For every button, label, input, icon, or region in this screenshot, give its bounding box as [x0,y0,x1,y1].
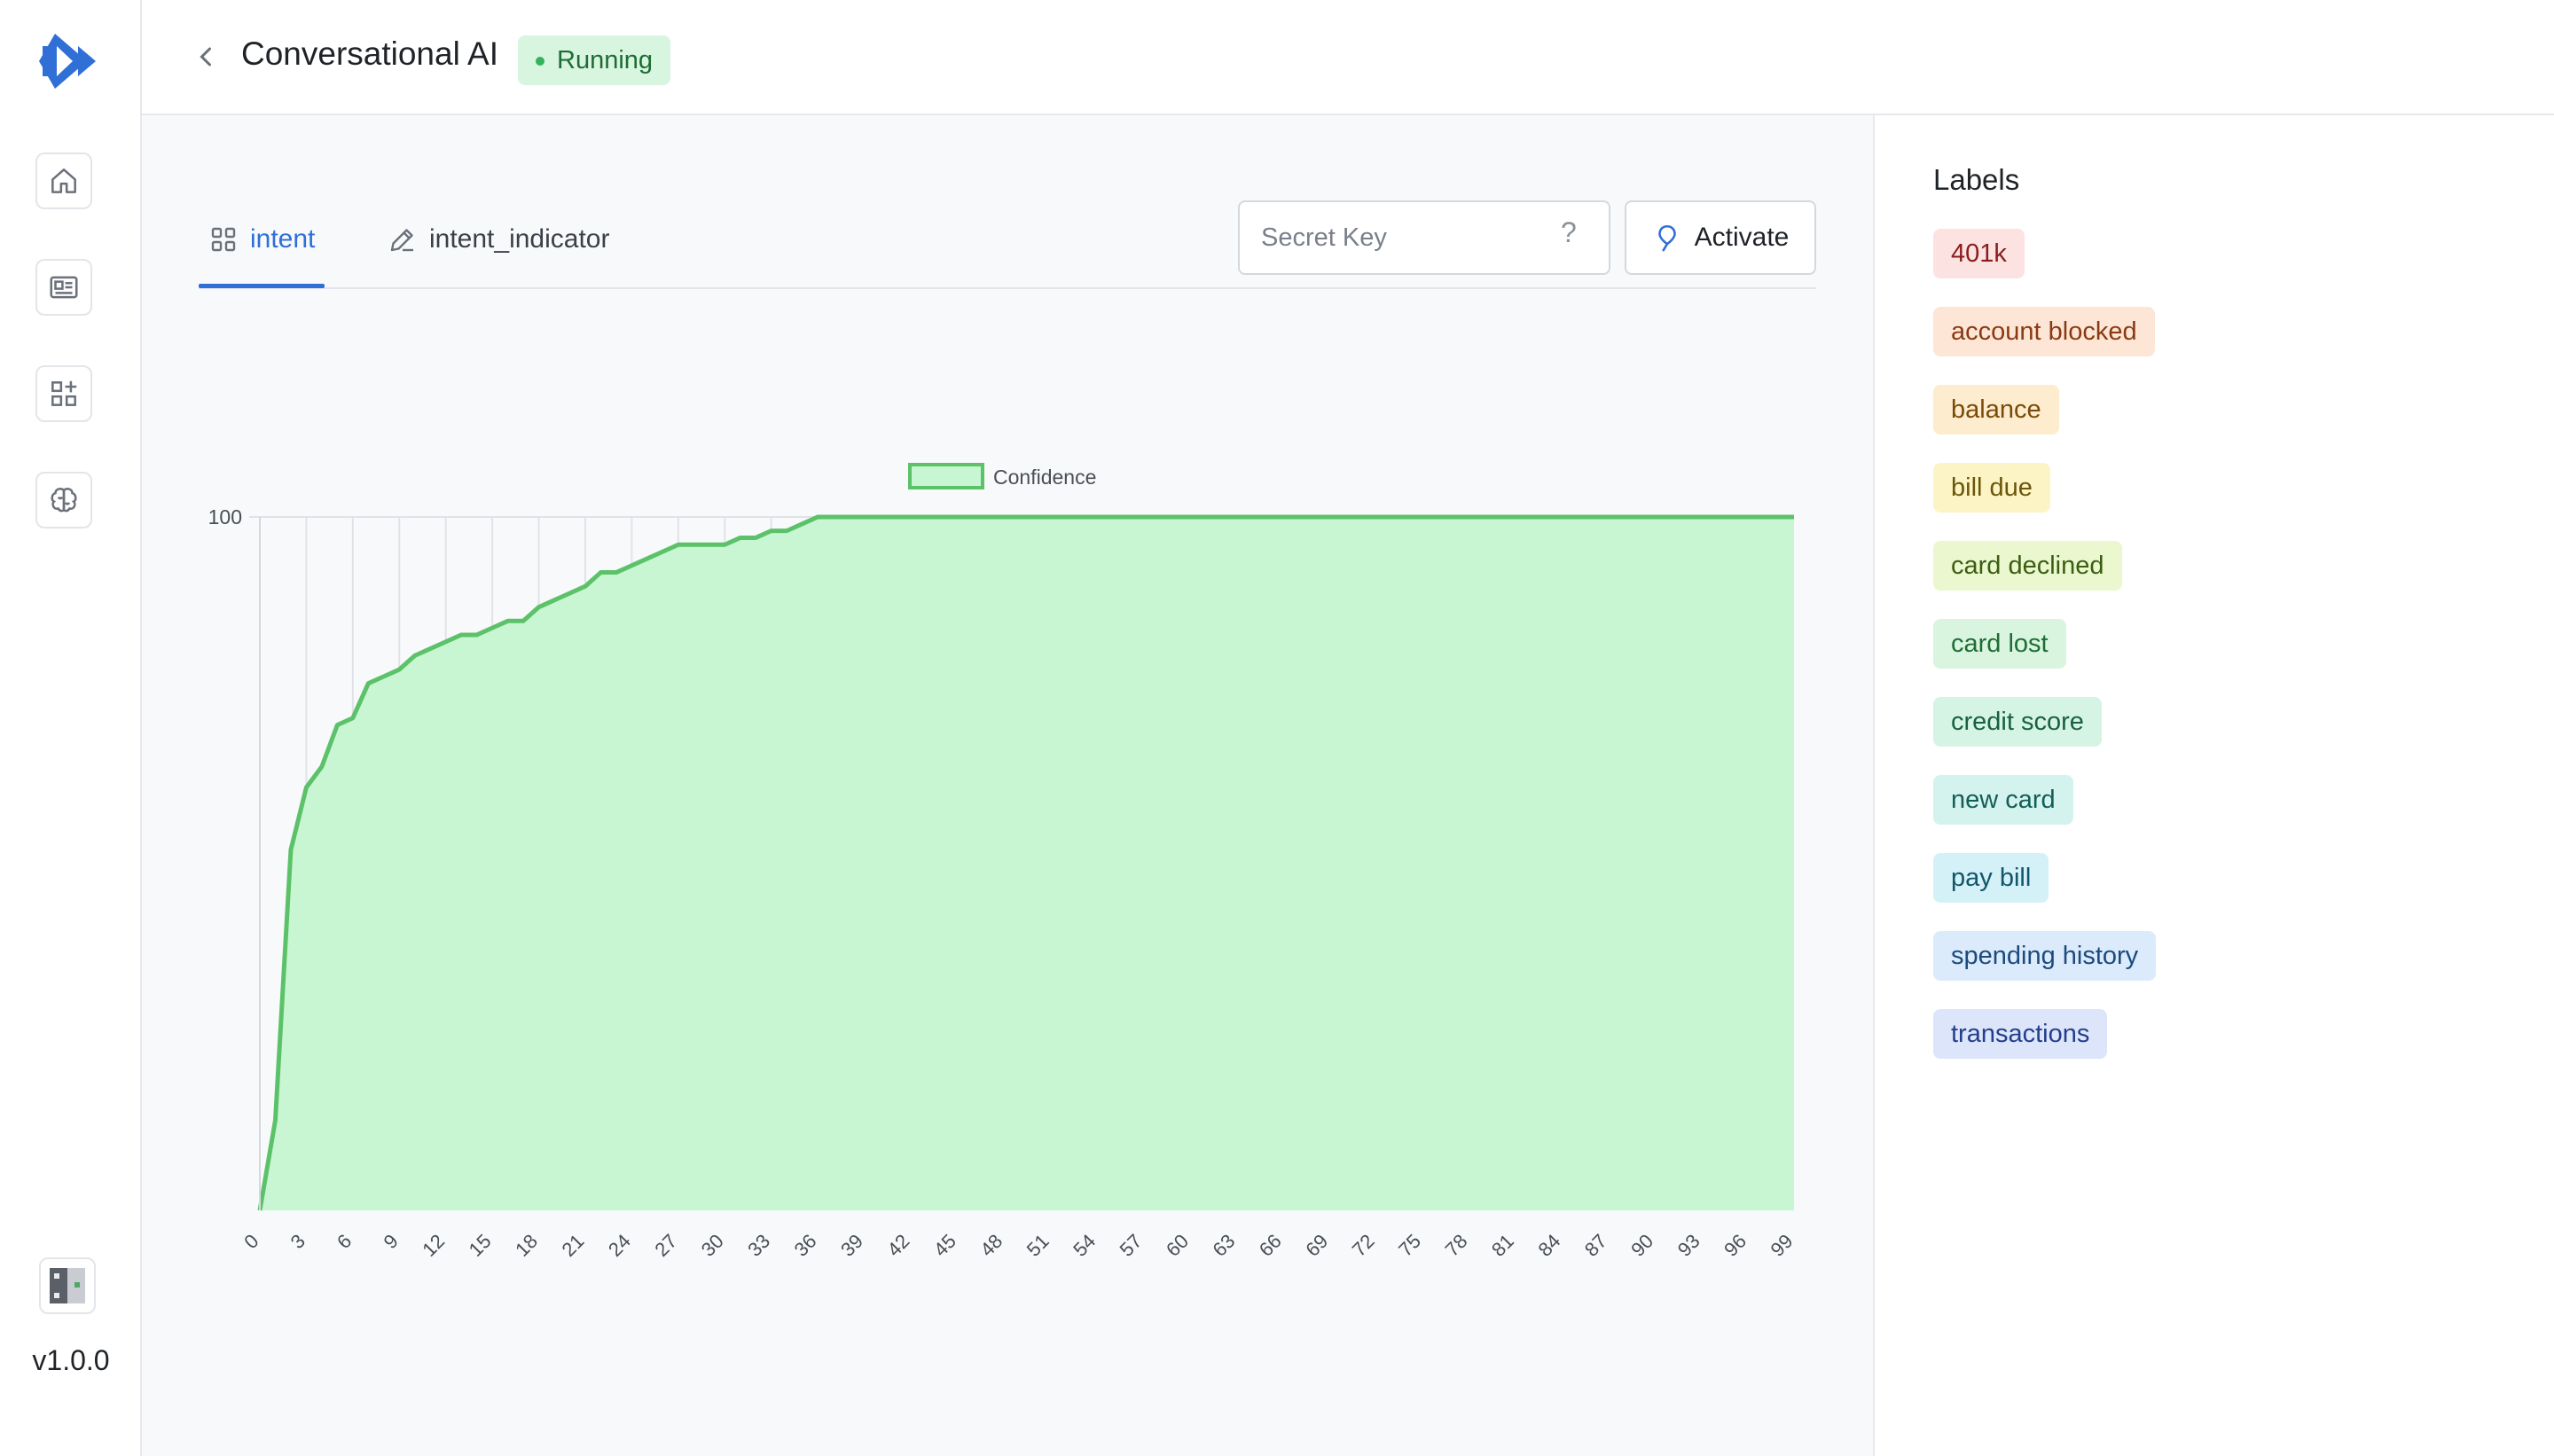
label-chip[interactable]: card lost [1933,619,2066,669]
x-tick-label: 3 [286,1230,309,1253]
y-tick-label: 100 [208,505,242,528]
x-tick-label: 30 [697,1230,728,1261]
page-title: Conversational AI [241,35,499,72]
x-tick-label: 9 [379,1230,402,1253]
x-tick-label: 90 [1626,1230,1657,1261]
apps-add-icon [51,380,77,406]
nav-home[interactable] [35,153,92,209]
x-tick-label: 93 [1673,1230,1704,1261]
label-chip[interactable]: account blocked [1933,307,2155,356]
user-avatar[interactable] [39,1257,96,1314]
app-version: v1.0.0 [32,1344,110,1376]
back-chevron-icon[interactable] [190,41,222,73]
pin-icon [1657,224,1676,252]
tabs-divider [199,287,1816,289]
x-tick-label: 60 [1162,1230,1193,1261]
label-chip[interactable]: credit score [1933,697,2102,747]
label-chip[interactable]: balance [1933,385,2059,434]
label-chip[interactable]: pay bill [1933,853,2049,903]
x-tick-label: 27 [650,1230,681,1261]
x-tick-label: 51 [1022,1230,1054,1261]
x-tick-label: 42 [882,1230,913,1261]
x-tick-label: 78 [1441,1230,1472,1261]
x-tick-label: 84 [1533,1230,1564,1261]
label-chip[interactable]: card declined [1933,541,2122,591]
help-icon[interactable]: ? [1561,216,1577,249]
tab-intent-label: intent [250,224,316,254]
x-tick-label: 63 [1208,1230,1239,1261]
tab-intent-indicator-label: intent_indicator [429,224,610,254]
secret-key-input[interactable] [1238,200,1610,275]
label-chip[interactable]: spending history [1933,931,2157,981]
x-tick-label: 69 [1301,1230,1332,1261]
nav-id-card[interactable] [35,259,92,316]
edit-icon [390,229,413,252]
x-tick-label: 72 [1348,1230,1379,1261]
label-chip[interactable]: bill due [1933,463,2050,513]
x-tick-label: 15 [465,1230,496,1261]
status-dot-icon [536,57,544,66]
x-tick-label: 18 [511,1230,542,1261]
grid-icon [211,227,236,252]
activate-label: Activate [1694,223,1790,252]
page-header: Conversational AI Running [142,0,2554,115]
labels-panel: Labels 401k account blocked balance bill du… [1873,115,2554,1456]
x-tick-label: 21 [558,1230,589,1261]
x-tick-label: 24 [604,1230,635,1261]
confidence-chart: 1000 3 6 9 12 15 18 21 24 27 30 33 36 39 42 45 48 51 54 57 6… [208,463,1798,1261]
x-tick-label: 66 [1255,1230,1286,1261]
sidebar: v1.0.0 [0,0,142,1456]
main-content: intent intent_indicator ? Activate 100 0 3… [142,115,1873,1456]
x-tick-label: 75 [1394,1230,1425,1261]
activate-button[interactable]: Activate [1625,200,1816,275]
x-tick-label: 0 [239,1230,262,1253]
confidence-area [260,517,1794,1210]
x-tick-label: 87 [1580,1230,1611,1261]
x-tick-label: 57 [1116,1230,1147,1261]
x-tick-label: 54 [1069,1230,1100,1261]
brain-icon [51,488,77,513]
avatar-icon [50,1268,85,1303]
x-tick-label: 6 [333,1230,356,1253]
x-tick-label: 48 [975,1230,1007,1261]
label-chip[interactable]: 401k [1933,229,2025,278]
labels-title: Labels [1933,163,2020,196]
x-tick-label: 81 [1487,1230,1518,1261]
x-tick-label: 45 [929,1230,960,1261]
home-icon [51,168,76,193]
tab-intent[interactable]: intent [208,213,315,266]
x-tick-label: 36 [790,1230,821,1261]
label-chip[interactable]: transactions [1933,1009,2108,1059]
label-chip[interactable]: new card [1933,775,2073,825]
x-tick-label: 33 [743,1230,774,1261]
nav-apps[interactable] [35,365,92,422]
x-tick-label: 96 [1720,1230,1751,1261]
active-tab-indicator [199,284,325,288]
status-text: Running [557,46,654,74]
nav-brain[interactable] [35,472,92,528]
x-tick-label: 12 [418,1230,449,1261]
app-logo-icon[interactable] [37,32,101,90]
status-badge: Running [518,35,671,85]
legend-swatch [908,463,984,489]
legend-label: Confidence [993,466,1096,489]
x-tick-label: 99 [1767,1230,1798,1261]
x-tick-label: 39 [836,1230,867,1261]
tab-intent-indicator[interactable]: intent_indicator [387,213,609,266]
id-card-icon [50,276,78,299]
